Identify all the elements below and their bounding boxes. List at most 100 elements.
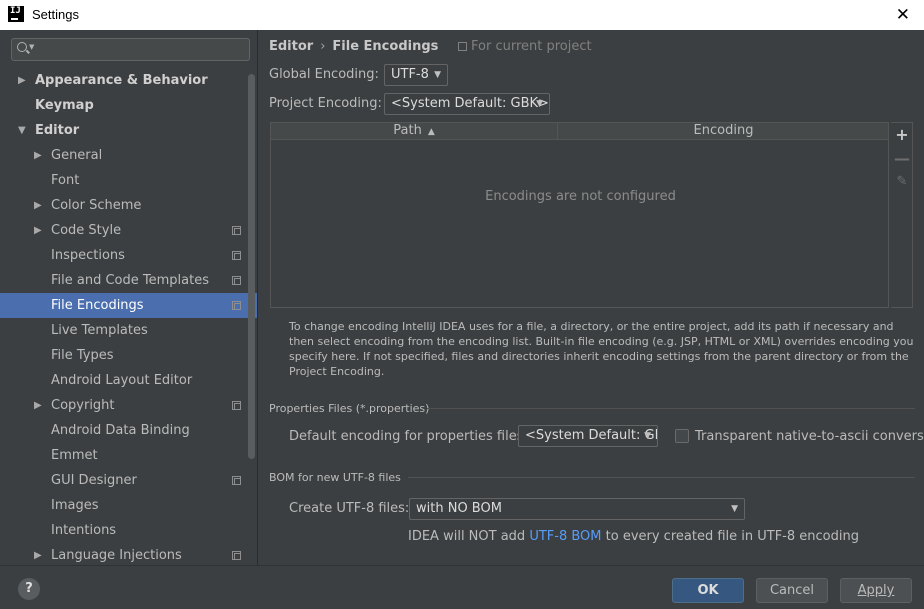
breadcrumb-current: File Encodings <box>332 39 439 54</box>
sidebar-item-label: Android Data Binding <box>51 423 190 438</box>
sidebar-item-inspections[interactable]: Inspections <box>0 243 257 268</box>
column-path[interactable]: Path ▲ <box>271 123 558 140</box>
chevron-down-icon[interactable]: ▼ <box>29 43 34 51</box>
bom-note: IDEA will NOT add UTF-8 BOM to every cre… <box>408 529 859 544</box>
sidebar-item-color-scheme[interactable]: ▶ Color Scheme <box>0 193 257 218</box>
edit-icon[interactable]: ✎ <box>891 174 913 189</box>
global-encoding-label: Global Encoding: <box>269 67 379 82</box>
breadcrumb-separator: › <box>320 39 326 54</box>
remove-icon[interactable]: — <box>891 149 913 168</box>
help-icon[interactable]: ? <box>18 578 40 600</box>
apply-button-label: Apply <box>857 583 895 598</box>
sidebar-item-label: General <box>51 148 103 163</box>
sidebar-item-label: Appearance & Behavior <box>35 73 208 88</box>
sidebar-item-label: Font <box>51 173 80 188</box>
chevron-down-icon: ▼ <box>536 99 543 109</box>
sort-ascending-icon: ▲ <box>427 127 435 137</box>
sidebar-item-file-types[interactable]: File Types <box>0 343 257 368</box>
chevron-right-icon[interactable]: ▶ <box>34 218 42 243</box>
properties-encoding-label: Default encoding for properties files: <box>289 429 528 444</box>
sidebar-item-live-templates[interactable]: Live Templates <box>0 318 257 343</box>
column-encoding[interactable]: Encoding <box>558 123 889 140</box>
sidebar-item-android-layout-editor[interactable]: Android Layout Editor <box>0 368 257 393</box>
sidebar-item-label: GUI Designer <box>51 473 137 488</box>
chevron-down-icon[interactable]: ▼ <box>18 118 26 143</box>
project-scope-icon <box>458 42 467 51</box>
apply-button[interactable]: Apply <box>840 578 912 603</box>
dialog-footer: ? OK Cancel Apply <box>0 565 924 609</box>
ok-button[interactable]: OK <box>672 578 744 603</box>
bom-create-label: Create UTF-8 files: <box>289 501 410 516</box>
encoding-help-text: To change encoding IntelliJ IDEA uses fo… <box>289 320 914 378</box>
project-encoding-label: Project Encoding: <box>269 96 382 111</box>
section-divider <box>427 408 915 409</box>
project-encoding-select[interactable]: <System Default: GBK> ▼ <box>384 93 550 115</box>
sidebar-item-label: Intentions <box>51 523 117 538</box>
sidebar-item-file-and-code-templates[interactable]: File and Code Templates <box>0 268 257 293</box>
sidebar-scrollbar[interactable] <box>248 74 255 459</box>
sidebar-item-images[interactable]: Images <box>0 493 257 518</box>
bom-note-suffix: to every created file in UTF-8 encoding <box>601 529 859 544</box>
sidebar-item-general[interactable]: ▶ General <box>0 143 257 168</box>
sidebar-item-language-injections[interactable]: ▶ Language Injections <box>0 543 257 565</box>
sidebar-item-label: File and Code Templates <box>51 273 209 288</box>
sidebar-item-editor[interactable]: ▼ Editor <box>0 118 257 143</box>
encodings-table: Path ▲ Encoding Encodings are not configu… <box>270 122 889 308</box>
sidebar-item-label: Copyright <box>51 398 115 413</box>
properties-encoding-value: <System Default: GBK> <box>525 428 657 443</box>
sidebar-item-label: Color Scheme <box>51 198 142 213</box>
close-icon[interactable]: ✕ <box>896 5 910 25</box>
bom-section-title: BOM for new UTF-8 files <box>269 471 401 484</box>
sidebar-item-copyright[interactable]: ▶ Copyright <box>0 393 257 418</box>
sidebar-item-appearance-behavior[interactable]: ▶ Appearance & Behavior <box>0 68 257 93</box>
sidebar-item-label: Keymap <box>35 98 94 113</box>
bom-create-select[interactable]: with NO BOM ▼ <box>409 498 745 520</box>
sidebar-item-label: Emmet <box>51 448 98 463</box>
table-header: Path ▲ Encoding <box>271 123 888 140</box>
title-bar: IJ Settings ✕ <box>0 0 924 30</box>
intellij-logo-icon: IJ <box>8 6 24 22</box>
chevron-right-icon[interactable]: ▶ <box>34 393 42 418</box>
scope-note-text: For current project <box>471 39 592 54</box>
project-scope-icon <box>232 551 241 560</box>
global-encoding-select[interactable]: UTF-8 ▼ <box>384 64 448 86</box>
chevron-right-icon[interactable]: ▶ <box>34 543 42 565</box>
project-scope-icon <box>232 226 241 235</box>
project-scope-icon <box>232 251 241 260</box>
search-input[interactable]: ▼ <box>11 38 250 61</box>
cancel-button[interactable]: Cancel <box>756 578 828 603</box>
transparent-conversion-label: Transparent native-to-ascii conversion <box>695 429 924 444</box>
sidebar-item-font[interactable]: Font <box>0 168 257 193</box>
sidebar-item-label: Language Injections <box>51 548 182 563</box>
properties-encoding-select[interactable]: <System Default: GBK> ▼ <box>518 425 658 447</box>
bom-create-value: with NO BOM <box>416 501 502 516</box>
settings-sidebar: ▼ ▶ Appearance & Behavior Keymap ▼ Editor ▶ Ge… <box>0 30 258 565</box>
chevron-right-icon[interactable]: ▶ <box>34 143 42 168</box>
sidebar-item-emmet[interactable]: Emmet <box>0 443 257 468</box>
sidebar-item-android-data-binding[interactable]: Android Data Binding <box>0 418 257 443</box>
chevron-down-icon: ▼ <box>644 431 651 441</box>
search-icon <box>17 42 27 52</box>
chevron-down-icon: ▼ <box>731 504 738 514</box>
project-scope-icon <box>232 301 241 310</box>
sidebar-item-label: File Types <box>51 348 114 363</box>
chevron-down-icon: ▼ <box>434 70 441 80</box>
sidebar-item-file-encodings[interactable]: File Encodings <box>0 293 257 318</box>
settings-tree: ▶ Appearance & Behavior Keymap ▼ Editor ▶ Gene… <box>0 68 257 565</box>
breadcrumb: Editor › File Encodings <box>269 39 438 54</box>
project-scope-icon <box>232 476 241 485</box>
properties-section-title: Properties Files (*.properties) <box>269 402 430 415</box>
sidebar-item-code-style[interactable]: ▶ Code Style <box>0 218 257 243</box>
transparent-conversion-checkbox[interactable] <box>675 429 689 443</box>
project-scope-icon <box>232 276 241 285</box>
sidebar-item-label: Editor <box>35 123 80 138</box>
sidebar-item-label: File Encodings <box>51 298 144 313</box>
sidebar-item-label: Code Style <box>51 223 122 238</box>
sidebar-item-intentions[interactable]: Intentions <box>0 518 257 543</box>
add-icon[interactable]: + <box>891 125 913 144</box>
utf8-bom-link[interactable]: UTF-8 BOM <box>529 529 601 544</box>
sidebar-item-keymap[interactable]: Keymap <box>0 93 257 118</box>
chevron-right-icon[interactable]: ▶ <box>18 68 26 93</box>
sidebar-item-gui-designer[interactable]: GUI Designer <box>0 468 257 493</box>
chevron-right-icon[interactable]: ▶ <box>34 193 42 218</box>
